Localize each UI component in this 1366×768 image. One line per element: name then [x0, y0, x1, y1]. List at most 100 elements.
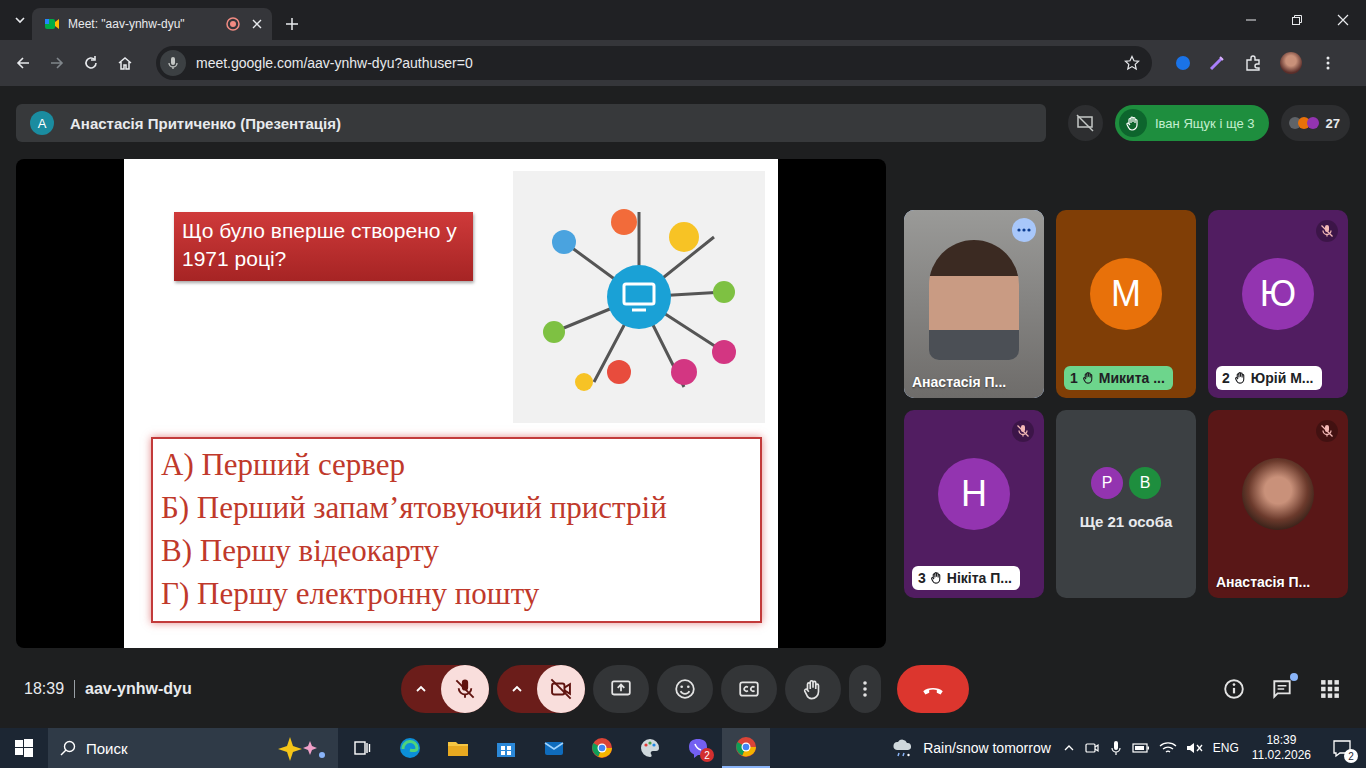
participant-tile[interactable]: Анастасія П...: [904, 210, 1044, 398]
hand-icon: [930, 571, 943, 584]
home-icon: [117, 55, 133, 71]
screen-off-icon: [1075, 113, 1095, 133]
participant-name: 1Микита ...: [1064, 366, 1173, 390]
microphone-icon: [166, 56, 180, 70]
clock[interactable]: 18:3911.02.2026: [1248, 733, 1315, 763]
raise-hand-button[interactable]: [785, 665, 841, 713]
captions-icon: [738, 678, 760, 700]
file-explorer-app[interactable]: [434, 728, 482, 768]
more-horizontal-icon: [1017, 228, 1031, 232]
more-options-button[interactable]: [849, 665, 881, 713]
viber-app[interactable]: 2: [674, 728, 722, 768]
taskbar-search[interactable]: Поиск: [48, 728, 338, 768]
participant-tile[interactable]: М1Микита ...: [1056, 210, 1196, 398]
minimize-button[interactable]: [1228, 0, 1274, 40]
answer-option: Б) Перший запам’ятовуючий пристрій: [161, 486, 752, 529]
activities-button[interactable]: [1310, 665, 1350, 713]
video-frame: [929, 240, 1019, 360]
paint-app[interactable]: [626, 728, 674, 768]
chrome-icon: [591, 737, 613, 759]
outlook-app[interactable]: [530, 728, 578, 768]
search-icon: [60, 740, 76, 756]
weather-widget[interactable]: Rain/snow tomorrow: [879, 736, 1063, 760]
chrome-app[interactable]: [578, 728, 626, 768]
restore-icon: [1291, 14, 1303, 26]
close-tab-icon[interactable]: [252, 19, 262, 29]
clock-date: 11.02.2026: [1252, 748, 1311, 763]
kebab-menu-icon[interactable]: [1320, 55, 1336, 71]
store-app[interactable]: [482, 728, 530, 768]
tile-options-button[interactable]: [1012, 218, 1036, 242]
meeting-details-button[interactable]: [1214, 665, 1254, 713]
edge-app[interactable]: [386, 728, 434, 768]
camera-off-icon: [550, 678, 572, 700]
extension-icon[interactable]: [1176, 56, 1190, 70]
task-view-icon: [352, 738, 372, 758]
task-view-button[interactable]: [338, 728, 386, 768]
raised-hands-chip[interactable]: Іван Ящук і ще 3: [1115, 105, 1269, 141]
reactions-button[interactable]: [657, 665, 713, 713]
participants-button[interactable]: 27: [1281, 105, 1350, 141]
participant-name: 2Юрій М...: [1216, 366, 1322, 390]
info-icon: [1223, 678, 1245, 700]
participant-name: Анастасія П...: [912, 374, 1036, 390]
battery-icon[interactable]: [1132, 741, 1150, 755]
forward-button[interactable]: [42, 48, 72, 78]
chat-icon: [1271, 678, 1293, 700]
back-button[interactable]: [8, 48, 38, 78]
apps-grid-icon: [1320, 679, 1340, 699]
minimize-icon: [1245, 14, 1257, 26]
close-icon: [1337, 14, 1349, 26]
home-button[interactable]: [110, 48, 140, 78]
meeting-side-buttons: [1214, 665, 1350, 713]
meet-icon: [44, 16, 60, 32]
participant-tile[interactable]: Н3Нікіта П...: [904, 410, 1044, 598]
audio-settings-button[interactable]: [401, 665, 441, 713]
notification-center-button[interactable]: 2: [1324, 728, 1360, 768]
address-bar[interactable]: meet.google.com/aav-ynhw-dyu?authuser=0: [156, 46, 1152, 80]
chat-button[interactable]: [1262, 665, 1302, 713]
camera-control: [497, 665, 585, 713]
close-window-button[interactable]: [1320, 0, 1366, 40]
restore-button[interactable]: [1274, 0, 1320, 40]
microphone-icon[interactable]: [1109, 740, 1123, 756]
tab-search-button[interactable]: [8, 4, 32, 36]
plus-icon: [285, 17, 299, 31]
puzzle-icon[interactable]: [1244, 54, 1262, 72]
new-tab-button[interactable]: [278, 10, 306, 38]
hide-presentation-button[interactable]: [1068, 105, 1103, 141]
star-icon[interactable]: [1124, 55, 1140, 71]
system-tray: ENG 18:3911.02.2026 2: [1063, 728, 1366, 768]
muted-indicator: [1012, 420, 1034, 442]
chevron-down-icon: [14, 14, 26, 26]
camera-button[interactable]: [537, 665, 585, 713]
captions-button[interactable]: [721, 665, 777, 713]
pen-extension-icon[interactable]: [1208, 54, 1226, 72]
chevron-up-icon[interactable]: [1063, 742, 1075, 754]
wifi-icon[interactable]: [1159, 741, 1177, 755]
participant-tile[interactable]: Ю2Юрій М...: [1208, 210, 1348, 398]
chrome-icon: [735, 736, 757, 758]
microphone-control: [401, 665, 489, 713]
profile-avatar[interactable]: [1280, 52, 1302, 74]
browser-toolbar: meet.google.com/aav-ynhw-dyu?authuser=0: [0, 40, 1366, 86]
mic-off-icon: [454, 678, 476, 700]
browser-tab[interactable]: Meet: "aav-ynhw-dyu": [32, 8, 272, 40]
start-button[interactable]: [0, 728, 48, 768]
speaker-muted-icon[interactable]: [1186, 741, 1204, 755]
video-settings-button[interactable]: [497, 665, 537, 713]
microphone-button[interactable]: [441, 665, 489, 713]
chrome-meet-window[interactable]: [722, 728, 770, 768]
participant-tile[interactable]: Анастасія П...: [1208, 410, 1348, 598]
present-button[interactable]: [593, 665, 649, 713]
participant-mini-avatar: [1307, 117, 1319, 129]
participant-tile[interactable]: РВЩе 21 особа: [1056, 410, 1196, 598]
chevron-up-icon: [511, 683, 523, 695]
reload-button[interactable]: [76, 48, 106, 78]
input-language[interactable]: ENG: [1213, 741, 1239, 755]
presentation-view: Що було вперше створено у 1971 році?А) П…: [16, 159, 886, 648]
participant-name: Анастасія П...: [1216, 574, 1340, 590]
camera-tray-icon[interactable]: [1084, 740, 1100, 756]
leave-call-button[interactable]: [897, 665, 969, 713]
meet-stage: Що було вперше створено у 1971 році?А) П…: [16, 159, 1350, 648]
